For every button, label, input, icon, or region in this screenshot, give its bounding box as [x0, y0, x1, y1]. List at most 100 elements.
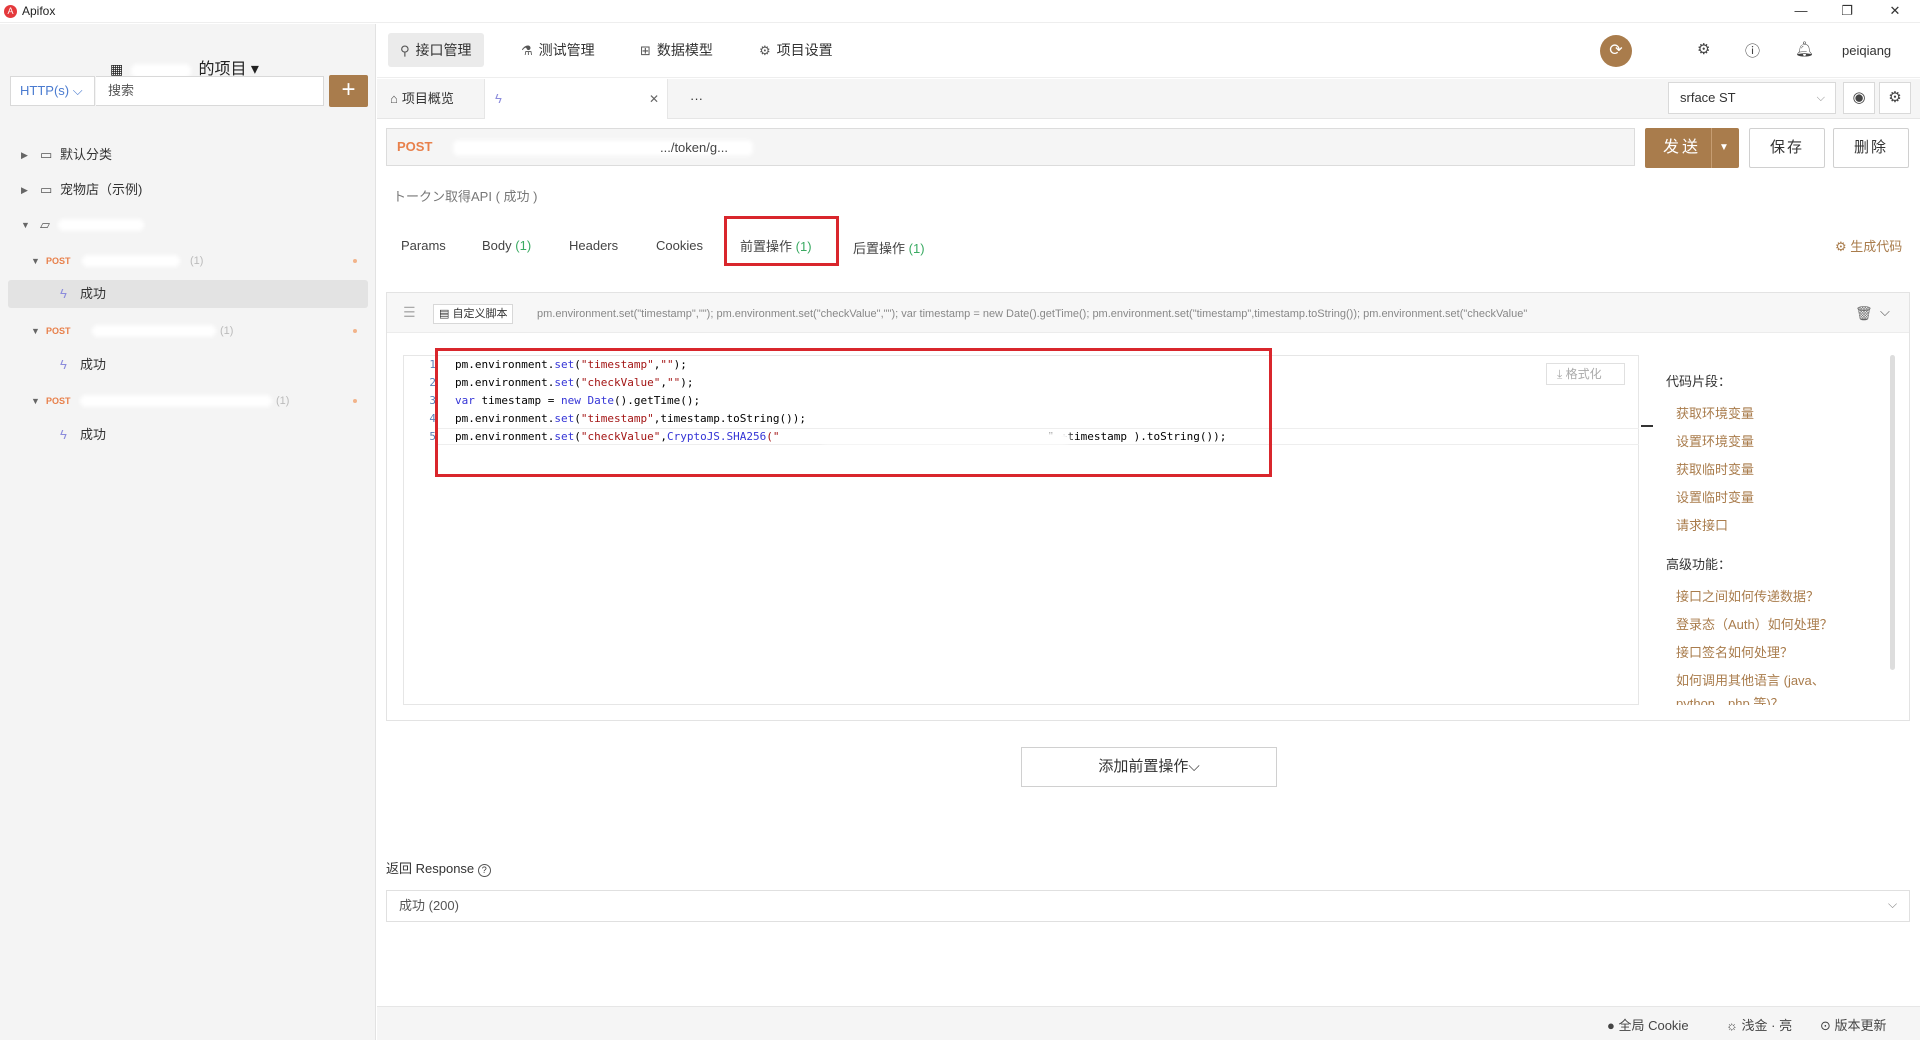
maximize-button[interactable]: ❐ — [1824, 0, 1870, 23]
tab-cookies[interactable]: Cookies — [656, 238, 703, 253]
line-number: 3 — [429, 394, 436, 407]
close-window-button[interactable]: ✕ — [1872, 0, 1918, 23]
drag-handle-icon[interactable]: ☰ — [403, 304, 416, 321]
environment-select[interactable]: srface ST ⌵ — [1668, 82, 1836, 114]
add-button[interactable]: + — [329, 75, 368, 107]
line-number: 2 — [429, 376, 436, 389]
folder-icon: ▭ — [40, 147, 53, 162]
tree-folder-label: 默认分类 — [60, 147, 113, 162]
endpoint-count: (1) — [190, 255, 204, 267]
bell-icon[interactable]: 🔔︎ — [1795, 40, 1814, 58]
nav-label: 测试管理 — [538, 42, 595, 58]
advanced-signature[interactable]: 接口签名如何处理？ — [1676, 642, 1793, 661]
tab-count: (1) — [908, 241, 925, 256]
minimize-button[interactable]: — — [1778, 0, 1824, 23]
trash-icon[interactable]: 🗑︎ — [1855, 305, 1873, 322]
help-circle-icon[interactable]: ? — [477, 864, 491, 877]
save-button[interactable]: 保存 — [1749, 128, 1825, 168]
bolt-icon: ϟ — [495, 91, 502, 106]
nav-project-settings[interactable]: ⚙ 项目设置 — [747, 33, 845, 67]
tree-case-2[interactable]: ϟ 成功 — [0, 351, 376, 379]
chevron-down-icon[interactable]: ⌵ — [1888, 897, 1897, 912]
response-label-text: 返回 Response — [386, 861, 475, 876]
tree-case-1-selected[interactable]: ϟ 成功 — [8, 280, 368, 308]
format-label: 格式化 — [1565, 367, 1602, 381]
search-input[interactable]: 搜索 — [96, 76, 324, 106]
env-settings-gear-icon[interactable]: ⚙ — [1879, 82, 1911, 114]
tab-label: Body — [482, 238, 512, 253]
chevron-down-icon[interactable]: ▼ — [1719, 128, 1729, 168]
advanced-other-lang[interactable]: 如何调用其他语言 (java、 — [1676, 670, 1825, 689]
tab-project-overview[interactable]: ⌂ 项目概览 — [380, 79, 464, 119]
file-icon: ▤ — [439, 308, 453, 320]
chevron-down-icon[interactable]: ⌵ — [1880, 304, 1890, 320]
case-label: 成功 — [80, 357, 107, 372]
tree-endpoint-1[interactable]: ▼ POST (1) — [0, 247, 376, 275]
url-text[interactable]: .../token/g... — [660, 140, 728, 155]
divider — [1711, 128, 1712, 168]
nav-test-management[interactable]: ⚗ 测试管理 — [509, 33, 607, 67]
bolt-icon: ϟ — [60, 427, 67, 442]
advanced-auth[interactable]: 登录态（Auth）如何处理？ — [1676, 614, 1833, 633]
folder-open-icon: ▱ — [40, 217, 50, 232]
advanced-pass-data[interactable]: 接口之间如何传递数据？ — [1676, 586, 1819, 605]
update-button[interactable]: ⊙ 版本更新 — [1820, 1015, 1887, 1034]
eye-icon[interactable]: ◉ — [1843, 82, 1875, 114]
custom-script-tag: ▤ 自定义脚本 — [433, 304, 514, 324]
response-select[interactable]: 成功 (200) — [386, 890, 1910, 922]
tab-post-processors[interactable]: 后置操作 (1) — [853, 238, 925, 257]
model-icon: ⊞ — [640, 43, 651, 58]
more-tabs-button[interactable]: ··· — [680, 79, 713, 119]
snippet-get-env[interactable]: 获取环境变量 — [1676, 403, 1754, 422]
status-dot — [353, 399, 357, 403]
nav-api-management[interactable]: ⚲ 接口管理 — [388, 33, 484, 67]
snippets-scrollbar[interactable] — [1890, 355, 1895, 670]
code-icon: ⚙ — [1835, 239, 1851, 254]
snippet-request[interactable]: 请求接口 — [1676, 515, 1728, 534]
cookie-icon: ● — [1607, 1018, 1619, 1033]
nav-label: 数据模型 — [656, 42, 713, 58]
snippet-set-temp[interactable]: 设置临时变量 — [1676, 487, 1754, 506]
caret-down-icon: ▼ — [31, 256, 40, 266]
tab-current-api[interactable]: ϟ ✕ — [484, 79, 668, 119]
tab-close-icon[interactable]: ✕ — [649, 79, 659, 119]
api-name: トークン取得API ( 成功 ) — [393, 189, 538, 204]
tab-body[interactable]: Body (1) — [482, 238, 531, 253]
line-number: 1 — [429, 358, 436, 371]
theme-button[interactable]: ☼ 浅金 · 亮 — [1726, 1015, 1792, 1034]
global-cookie-button[interactable]: ● 全局 Cookie — [1607, 1015, 1689, 1034]
request-method[interactable]: POST — [397, 139, 432, 154]
username[interactable]: peiqiang — [1842, 43, 1891, 58]
tree-folder-petstore[interactable]: ▶ ▭ 宠物店（示例) — [0, 176, 376, 204]
post-method-tag: POST — [46, 256, 71, 266]
annotation-highlight-code — [435, 348, 1272, 477]
advanced-other-lang-cont[interactable]: python、php 等)？ — [1676, 693, 1784, 705]
snippet-get-temp[interactable]: 获取临时变量 — [1676, 459, 1754, 478]
tree-folder-default[interactable]: ▶ ▭ 默认分类 — [0, 141, 376, 169]
sync-icon[interactable]: ⟳ — [1600, 35, 1632, 67]
generate-code-button[interactable]: ⚙ 生成代码 — [1835, 236, 1902, 255]
snippet-set-env[interactable]: 设置环境变量 — [1676, 431, 1754, 450]
tree-case-3[interactable]: ϟ 成功 — [0, 421, 376, 449]
settings-gear-icon[interactable]: ⚙ — [1697, 40, 1710, 58]
tab-params[interactable]: Params — [401, 238, 446, 253]
tab-headers[interactable]: Headers — [569, 238, 618, 253]
method-filter-select[interactable]: HTTP(s) ⌵ — [10, 76, 95, 106]
link-icon: ⚲ — [400, 43, 410, 58]
tree-folder-open[interactable]: ▼ ▱ — [0, 211, 376, 239]
send-button[interactable]: 发送 ▼ — [1645, 128, 1739, 168]
post-method-tag: POST — [46, 396, 71, 406]
tree-endpoint-3[interactable]: ▼ POST (1) — [0, 387, 376, 415]
help-icon[interactable]: ⓘ — [1745, 40, 1760, 61]
download-icon: ⤓ — [1557, 367, 1566, 381]
format-button[interactable]: ⤓ 格式化 — [1546, 363, 1625, 385]
add-pre-operation-button[interactable]: 添加前置操作⌵ — [1021, 747, 1277, 787]
tree-endpoint-2[interactable]: ▼ POST (1) — [0, 317, 376, 345]
delete-button[interactable]: 删除 — [1833, 128, 1909, 168]
advanced-heading: 高级功能： — [1666, 557, 1732, 572]
bolt-icon: ϟ — [60, 286, 67, 301]
nav-data-model[interactable]: ⊞ 数据模型 — [628, 33, 725, 67]
editor-scrollbar[interactable] — [1641, 425, 1653, 427]
status-label: 浅金 · 亮 — [1741, 1018, 1793, 1033]
caret-right-icon: ▶ — [21, 150, 28, 160]
